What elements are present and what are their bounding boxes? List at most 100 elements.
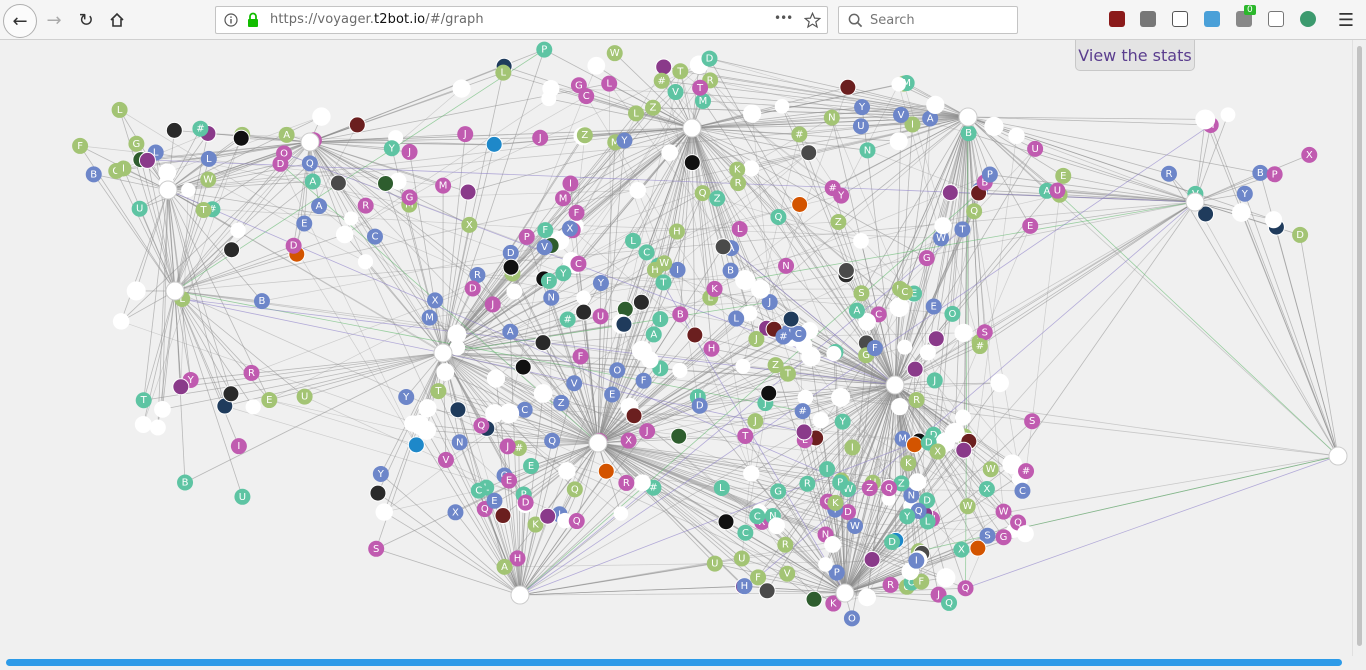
graph-node[interactable]: [502, 258, 520, 276]
graph-node[interactable]: D: [701, 50, 718, 67]
graph-node[interactable]: Z: [644, 99, 661, 116]
graph-node[interactable]: D: [464, 280, 481, 297]
graph-node[interactable]: [791, 195, 809, 213]
graph-node[interactable]: L: [628, 105, 645, 122]
graph-node[interactable]: [800, 144, 818, 162]
graph-node[interactable]: [597, 462, 615, 480]
graph-node[interactable]: [499, 403, 520, 424]
graph-node[interactable]: [357, 254, 374, 270]
graph-hub-node[interactable]: [682, 118, 702, 138]
graph-node[interactable]: F: [866, 340, 883, 357]
graph-node[interactable]: [154, 400, 171, 418]
graph-node[interactable]: [232, 129, 250, 147]
graph-node[interactable]: C: [516, 401, 533, 418]
graph-hub-node[interactable]: [510, 585, 530, 605]
graph-node[interactable]: J: [926, 372, 943, 389]
graph-node[interactable]: D: [502, 244, 519, 261]
graph-hub-node[interactable]: [885, 375, 905, 395]
graph-node[interactable]: L: [111, 101, 128, 118]
graph-node[interactable]: Q: [544, 432, 561, 449]
graph-node[interactable]: B: [85, 166, 102, 183]
graph-node[interactable]: Q: [694, 185, 711, 202]
graph-node[interactable]: [889, 132, 908, 151]
page-icon[interactable]: [1268, 11, 1284, 27]
graph-node[interactable]: [158, 163, 177, 182]
graph-node[interactable]: L: [200, 150, 217, 167]
graph-node[interactable]: W: [847, 518, 864, 535]
graph-node[interactable]: L: [713, 480, 730, 497]
graph-node[interactable]: I: [908, 552, 925, 569]
graph-node[interactable]: [181, 182, 196, 198]
graph-node[interactable]: H: [703, 340, 720, 357]
graph-node[interactable]: H: [736, 578, 753, 595]
graph-node[interactable]: #: [653, 72, 670, 89]
graph-node[interactable]: [936, 568, 956, 588]
graph-node[interactable]: D: [691, 397, 708, 414]
graph-node[interactable]: [686, 326, 704, 344]
graph-node[interactable]: [344, 211, 359, 226]
graph-hub-node[interactable]: [1328, 446, 1348, 466]
graph-hub-node[interactable]: [158, 180, 178, 200]
graph-node[interactable]: [824, 536, 842, 553]
graph-node[interactable]: Q: [301, 155, 318, 172]
graph-node[interactable]: [418, 399, 437, 418]
graph-node[interactable]: [934, 217, 952, 235]
graph-node[interactable]: [533, 384, 553, 403]
vertical-scroll-thumb[interactable]: [1357, 46, 1362, 646]
extension-circle-icon[interactable]: [1300, 11, 1316, 27]
graph-node[interactable]: Y: [834, 413, 851, 430]
graph-node[interactable]: G: [401, 189, 418, 206]
page-actions-button[interactable]: •••: [774, 11, 793, 25]
graph-node[interactable]: [805, 590, 823, 608]
search-input[interactable]: Search: [870, 13, 915, 28]
graph-node[interactable]: V: [667, 84, 684, 101]
graph-node[interactable]: J: [457, 126, 474, 143]
graph-node[interactable]: [743, 465, 760, 482]
graph-node[interactable]: [714, 238, 732, 256]
graph-node[interactable]: K: [900, 455, 917, 472]
graph-node[interactable]: [613, 506, 629, 521]
graph-node[interactable]: [984, 116, 1004, 137]
graph-node[interactable]: [165, 121, 183, 139]
graph-node[interactable]: [625, 407, 643, 425]
graph-hub-node[interactable]: [165, 281, 185, 301]
graph-node[interactable]: V: [536, 239, 553, 256]
graph-node[interactable]: F: [72, 137, 89, 154]
info-icon[interactable]: [224, 13, 238, 27]
graph-node[interactable]: F: [568, 204, 585, 221]
graph-node[interactable]: [768, 517, 785, 535]
graph-node[interactable]: [172, 378, 190, 396]
graph-node[interactable]: [134, 416, 152, 434]
graph-node[interactable]: [558, 462, 576, 480]
graph-node[interactable]: P: [1266, 166, 1283, 183]
graph-node[interactable]: [375, 503, 393, 521]
graph-node[interactable]: Z: [553, 394, 570, 411]
graph-node[interactable]: X: [561, 220, 578, 237]
graph-node[interactable]: Q: [966, 203, 983, 220]
graph-node[interactable]: [897, 339, 913, 355]
graph-node[interactable]: E: [604, 386, 621, 403]
graph-node[interactable]: J: [499, 438, 516, 455]
graph-node[interactable]: B: [177, 474, 194, 491]
graph-node[interactable]: U: [131, 200, 148, 217]
horizontal-scrollbar[interactable]: [0, 656, 1352, 670]
graph-node[interactable]: U: [234, 488, 251, 505]
graph-node[interactable]: H: [668, 223, 685, 240]
graph-node[interactable]: [138, 151, 156, 169]
graph-node[interactable]: [1265, 211, 1283, 229]
graph-node[interactable]: C: [737, 524, 754, 541]
graph-node[interactable]: [795, 423, 813, 441]
graph-node[interactable]: V: [437, 451, 454, 468]
graph-node[interactable]: #: [1018, 463, 1035, 480]
graph-hub-node[interactable]: [958, 107, 978, 127]
graph-node[interactable]: R: [357, 197, 374, 214]
graph-node[interactable]: [831, 387, 851, 407]
graph-node[interactable]: S: [976, 324, 993, 341]
graph-node[interactable]: I: [115, 160, 132, 177]
home-button[interactable]: [101, 4, 133, 36]
graph-node[interactable]: C: [470, 482, 487, 499]
graph-node[interactable]: [969, 539, 987, 557]
graph-node[interactable]: [369, 484, 387, 502]
graph-node[interactable]: [417, 420, 437, 440]
graph-node[interactable]: #: [971, 338, 988, 355]
